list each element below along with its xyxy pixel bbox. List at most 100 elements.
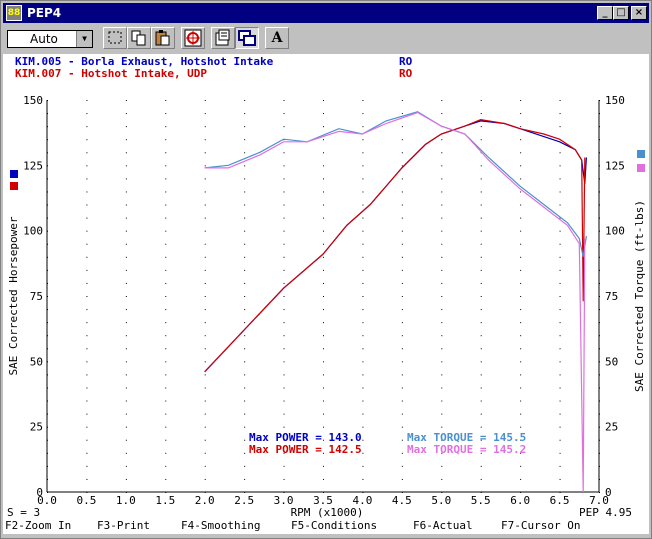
grid-dot xyxy=(559,478,561,480)
font-tool-button[interactable]: A xyxy=(265,27,289,49)
grid-dot xyxy=(401,452,403,454)
app-icon[interactable]: 88 xyxy=(6,5,22,21)
grid-dot xyxy=(125,452,127,454)
grid-dot xyxy=(204,465,206,467)
grid-dot xyxy=(86,439,88,441)
grid-dot xyxy=(401,309,403,311)
grid-dot xyxy=(323,243,324,245)
x-tick-label: 4.5 xyxy=(392,494,412,507)
grid-dot xyxy=(323,309,324,311)
grid-dot xyxy=(283,426,285,428)
grid-dot xyxy=(125,139,127,141)
grid-dot xyxy=(283,243,285,245)
grid-dot xyxy=(165,217,167,219)
grid-dot xyxy=(244,165,246,167)
grid-dot xyxy=(283,191,285,193)
maximize-button[interactable]: □ xyxy=(613,6,629,20)
grid-dot xyxy=(125,387,127,389)
grid-dot xyxy=(165,296,167,297)
grid-dot xyxy=(86,152,88,154)
fkey-zoom-in[interactable]: F2-Zoom In xyxy=(5,520,71,532)
app-window: 88 PEP4 _ □ × Auto ▼ A KIM.005 - Borla E… xyxy=(0,0,652,539)
chevron-down-icon[interactable]: ▼ xyxy=(76,31,92,47)
close-button[interactable]: × xyxy=(631,6,647,20)
grid-dot xyxy=(244,256,246,258)
grid-dot xyxy=(559,282,561,284)
grid-dot xyxy=(323,413,324,415)
grid-dot xyxy=(362,191,364,193)
grid-dot xyxy=(480,165,482,167)
grid-dot xyxy=(165,243,167,245)
grid-dot xyxy=(86,230,88,232)
x-tick-label: 6.0 xyxy=(510,494,530,507)
grid-dot xyxy=(204,165,206,167)
y2-tick-label: 75 xyxy=(605,290,618,303)
copy-tool-button[interactable] xyxy=(127,27,151,49)
grid-dot xyxy=(362,426,364,428)
grid-dot xyxy=(480,230,482,232)
grid-dot xyxy=(283,400,285,402)
grid-dot xyxy=(362,139,364,141)
grid-dot xyxy=(401,152,403,154)
grid-dot xyxy=(204,256,206,258)
grid-dot xyxy=(244,282,246,284)
zoom-select[interactable]: Auto ▼ xyxy=(7,30,93,48)
grid-dot xyxy=(441,335,443,337)
overlay-tool-button[interactable] xyxy=(235,27,259,49)
grid-dot xyxy=(559,452,561,454)
grid-dot xyxy=(520,230,522,232)
grid-dot xyxy=(480,478,482,480)
grid-dot xyxy=(520,269,522,271)
x-tick-label: 1.5 xyxy=(155,494,175,507)
grid-dot xyxy=(520,243,522,245)
grid-dot xyxy=(165,204,167,206)
grid-dot xyxy=(323,348,324,350)
dyno-plot-area[interactable]: KIM.005 - Borla Exhaust, Hotshot Intake … xyxy=(3,54,649,534)
grid-dot xyxy=(520,282,522,284)
grid-dot xyxy=(86,348,88,350)
fkey-print[interactable]: F3-Print xyxy=(97,520,150,532)
paste-tool-button[interactable] xyxy=(151,27,175,49)
grid-dot xyxy=(323,400,324,402)
title-bar[interactable]: 88 PEP4 _ □ × xyxy=(3,3,649,23)
grid-dot xyxy=(362,256,364,258)
grid-dot xyxy=(244,426,246,428)
grid-dot xyxy=(401,426,403,428)
grid-dot xyxy=(283,165,285,167)
fkey-cursor[interactable]: F7-Cursor On xyxy=(501,520,580,532)
series-line-torque-kim-005 xyxy=(204,111,587,257)
fkey-conditions[interactable]: F5-Conditions xyxy=(291,520,377,532)
grid-dot xyxy=(244,335,246,337)
grid-dot xyxy=(125,282,127,284)
grid-dot xyxy=(283,478,285,480)
grid-dot xyxy=(165,191,167,193)
grid-dot xyxy=(323,387,324,389)
grid-dot xyxy=(244,452,246,454)
grid-dot xyxy=(323,204,324,206)
grid-dot xyxy=(165,387,167,389)
grid-dot xyxy=(125,204,127,206)
y2-tick-label: 25 xyxy=(605,421,618,434)
properties-tool-button[interactable] xyxy=(211,27,235,49)
grid-dot xyxy=(125,478,127,480)
grid-dot xyxy=(283,126,285,128)
grid-dot xyxy=(362,452,364,454)
grid-dot xyxy=(401,165,403,167)
fkey-smoothing[interactable]: F4-Smoothing xyxy=(181,520,260,532)
minimize-button[interactable]: _ xyxy=(597,6,613,20)
select-tool-button[interactable] xyxy=(103,27,127,49)
grid-dot xyxy=(165,335,167,337)
grid-dot xyxy=(204,178,206,180)
fkey-actual[interactable]: F6-Actual xyxy=(413,520,473,532)
grid-dot xyxy=(559,426,561,428)
grid-dot xyxy=(362,113,364,115)
grid-dot xyxy=(520,178,522,180)
grid-dot xyxy=(520,139,522,141)
zoom-fit-tool-button[interactable] xyxy=(181,27,205,49)
grid-dot xyxy=(559,413,561,415)
grid-dot xyxy=(559,243,561,245)
grid-dot xyxy=(362,400,364,402)
grid-dot xyxy=(401,126,403,128)
grid-dot xyxy=(125,152,127,154)
grid-dot xyxy=(283,361,285,363)
